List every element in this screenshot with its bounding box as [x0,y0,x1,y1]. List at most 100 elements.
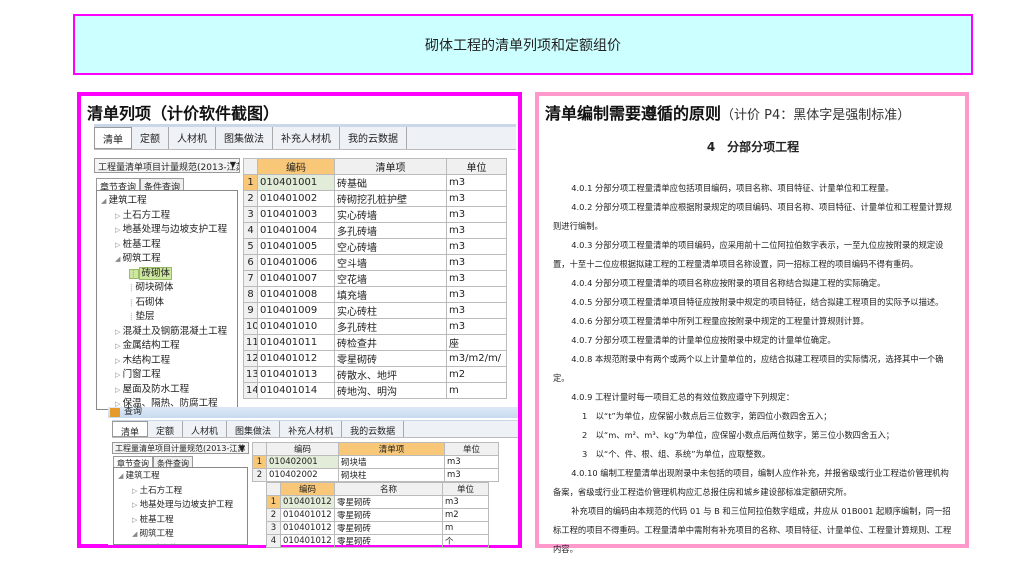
tree-expander-icon[interactable]: ◢ [101,197,109,205]
table-row[interactable]: 13 010401013 砖散水、地坪 m2 [243,366,507,383]
table-row[interactable]: 14 010401014 砖地沟、明沟 m [243,382,507,399]
tab-3[interactable]: 图集做法 [216,127,273,149]
tree-node[interactable]: ◢ 建筑工程 [118,469,247,484]
tree-expander-icon[interactable]: ▷ [132,516,140,524]
tree-node[interactable]: ┊ 砖砌体 [118,542,247,546]
table-row[interactable]: 4 010401004 多孔砖墙 m3 [243,222,507,239]
tree-node[interactable]: ▷ 桩基工程 [118,513,247,528]
tab-0[interactable]: 清单 [112,421,149,438]
tree-node[interactable]: ┊ 石砌体 [101,296,237,311]
item-name: 砖散水、地坪 [334,366,447,383]
tab-2[interactable]: 人材机 [183,421,228,437]
table-row[interactable]: 10 010401010 多孔砖柱 m3 [243,318,507,335]
tab-1[interactable]: 定额 [132,127,169,149]
item-code: 010401001 [257,174,335,191]
clause-paragraph: 4.0.3 分部分项工程量清单的项目编码，应采用前十二位阿拉伯数字表示，一至九位… [553,240,944,269]
column-header[interactable]: 编码 [280,482,335,496]
column-header[interactable]: 单位 [446,158,507,175]
tree-node[interactable]: ▷ 门窗工程 [101,368,237,383]
tree-node[interactable]: ┊ 砖砌体 [101,266,237,282]
norm-dropdown[interactable]: 工程量清单项目计量规范(2013-江苏 [94,158,240,173]
table-row[interactable]: 1 010402001 砌块墙 m3 [252,455,499,469]
tree-expander-icon[interactable]: ▷ [115,371,123,379]
tab-4[interactable]: 补充人材机 [280,421,343,437]
table-row[interactable]: 5 010401005 空心砖墙 m3 [243,238,507,255]
norm-dropdown-2[interactable]: 工程量清单项目计量规范(2013-江苏 [112,442,249,454]
table-row[interactable]: 3 010401003 实心砖墙 m3 [243,206,507,223]
tree-node[interactable]: ◢ 建筑工程 [101,194,237,209]
item-name: 零星砌砖 [334,534,443,548]
table-row[interactable]: 11 010401011 砖检查井座 [243,334,507,351]
table-row[interactable]: 2 010402002 砌块柱 m3 [252,468,499,482]
tree-node-label: 砌块砌体 [135,282,174,293]
tree-node[interactable]: ▷ 地基处理与边坡支护工程 [101,223,237,238]
item-unit: m2 [442,508,489,522]
tab-5[interactable]: 我的云数据 [340,127,407,149]
column-header[interactable]: 单位 [442,482,489,496]
tree-node[interactable]: ▷ 桩基工程 [101,238,237,253]
tree-node[interactable]: ◢ 砌筑工程 [118,527,247,542]
table-row[interactable]: 2 010401012 零星砌砖 m2 [266,508,489,522]
tree-node-label: 混凝土及钢筋混凝土工程 [122,325,228,337]
tree-expander-icon[interactable]: ▷ [115,241,123,249]
tree-node[interactable]: ◢ 砌筑工程 [101,252,237,267]
column-header[interactable]: 清单项 [334,158,447,175]
tree-expander-icon[interactable]: ◢ [132,530,140,538]
column-header[interactable]: 单位 [444,442,499,456]
tree-expander-icon[interactable]: ▷ [132,487,140,495]
tree-node[interactable]: ▷ 屋面及防水工程 [101,383,237,398]
table-row[interactable]: 6 010401006 空斗墙 m3 [243,254,507,271]
item-name: 多孔砖柱 [334,318,447,335]
table-row[interactable]: 7 010401007 空花墙 m3 [243,270,507,287]
tree-expander-icon[interactable]: ┊ [129,268,140,279]
column-header[interactable]: 清单项 [338,442,445,456]
item-name: 空心砖墙 [334,238,447,255]
table-row[interactable]: 12 010401012 零星砌砖 m3/m2/m/ [243,350,507,367]
tab-2[interactable]: 人材机 [169,127,216,149]
table-row[interactable]: 4 010401012 零星砌砖个 [266,534,489,548]
column-header[interactable]: 名称 [334,482,443,496]
table-row[interactable]: 8 010401008 填充墙 m3 [243,286,507,303]
tree-node[interactable]: ┊ 垫层 [101,310,237,325]
tree-expander-icon[interactable]: ▷ [115,226,123,234]
table-row[interactable]: 3 010401012 零星砌砖 m [266,521,489,535]
bill-items-table-2: 编码 清单项 单位 1 010402001 砌块墙 m3 2 010402002 砌块柱 m3 [252,442,499,482]
clause-paragraph: 4.0.10 编制工程量清单出现附录中未包括的项目，编制人应作补充，并报省级或行… [553,468,949,497]
tree-node[interactable]: ▷ 混凝土及钢筋混凝土工程 [101,325,237,340]
item-unit: m3 [446,206,507,223]
item-unit: m [442,521,489,535]
tree-expander-icon[interactable]: ▷ [115,212,123,220]
column-header[interactable]: 编码 [257,158,335,175]
tree-node[interactable]: ┊ 砌块砌体 [101,281,237,296]
tree-node[interactable]: ▷ 土石方工程 [101,209,237,224]
tab-1[interactable]: 定额 [148,421,184,437]
item-name: 实心砖墙 [334,206,447,223]
item-name: 砖基础 [334,174,447,191]
table-row[interactable]: 1 010401012 零星砌砖 m3 [266,495,489,509]
tree-expander-icon[interactable]: ▷ [115,357,123,365]
tree-expander-icon[interactable]: ┊ [146,545,152,546]
tree-node[interactable]: ▷ 土石方工程 [118,484,247,499]
tree-node[interactable]: ▷ 金属结构工程 [101,339,237,354]
tree-expander-icon[interactable]: ◢ [118,472,126,480]
tree-node-label: 桩基工程 [139,514,174,525]
table-row[interactable]: 2 010401002 砖砌挖孔桩护壁 m3 [243,190,507,207]
tab-5[interactable]: 我的云数据 [342,421,405,437]
item-unit: m2 [446,366,507,383]
tree-expander-icon[interactable]: ▷ [115,342,123,350]
tab-4[interactable]: 补充人材机 [273,127,340,149]
column-header[interactable]: 编码 [266,442,339,456]
clause-paragraph: 4.0.1 分部分项工程量清单应包括项目编码，项目名称、项目特征、计量单位和工程… [571,183,894,193]
tab-bar-2: 清单 定额 人材机 图集做法 补充人材机 我的云数据 [112,420,518,438]
tree-expander-icon[interactable]: ▷ [115,386,123,394]
table-row[interactable]: 9 010401009 实心砖柱 m3 [243,302,507,319]
tree-expander-icon[interactable]: ▷ [132,501,140,509]
table-row[interactable]: 1 010401001 砖基础 m3 [243,174,507,191]
header-corner [252,442,267,456]
tree-expander-icon[interactable]: ◢ [115,255,123,263]
tree-node[interactable]: ▷ 地基处理与边坡支护工程 [118,498,247,513]
tree-node[interactable]: ▷ 木结构工程 [101,354,237,369]
tab-0[interactable]: 清单 [94,127,132,149]
tab-3[interactable]: 图集做法 [227,421,281,437]
tree-expander-icon[interactable]: ▷ [115,328,123,336]
